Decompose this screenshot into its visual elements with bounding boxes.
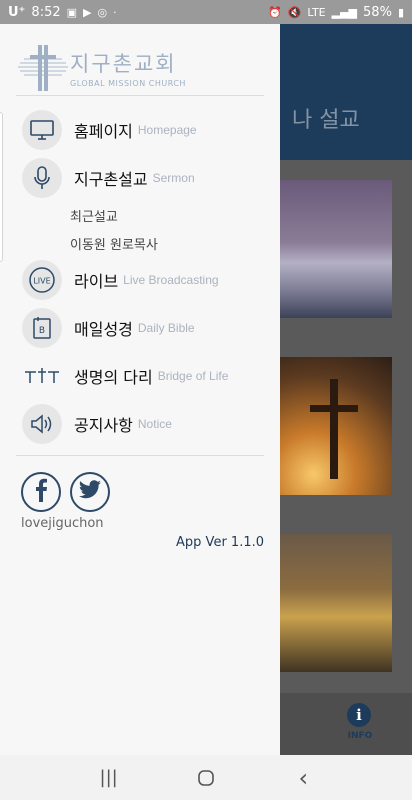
menu-label: 라이브 [74, 272, 119, 291]
divider [16, 95, 264, 96]
cross-shape [310, 405, 358, 412]
menu-item-notice[interactable]: 공지사항 Notice [22, 404, 262, 444]
home-button[interactable] [186, 763, 226, 793]
menu-item-homepage[interactable]: 홈페이지 Homepage [22, 110, 262, 150]
app-version: App Ver 1.1.0 [176, 535, 264, 550]
menu-label: 매일성경 [74, 320, 133, 339]
vibrate-icon: ◎ [97, 5, 108, 19]
navigation-drawer: 지구촌교회 GLOBAL MISSION CHURCH 홈페이지 Homepag… [0, 24, 280, 755]
sermon-card-image[interactable] [280, 534, 392, 672]
submenu-senior-pastor[interactable]: 이동원 원로목사 [70, 234, 158, 253]
submenu-recent-sermon[interactable]: 최근설교 [70, 206, 118, 225]
carrier-label: U⁺ [8, 4, 26, 20]
facebook-button[interactable] [21, 472, 61, 512]
bridge-icon [22, 356, 62, 396]
mute-icon: 🔇 [287, 5, 302, 19]
menu-item-daily-bible[interactable]: B 매일성경 Daily Bible [22, 308, 262, 348]
church-subtitle: GLOBAL MISSION CHURCH [70, 79, 186, 88]
edge-handle [0, 112, 3, 262]
back-button[interactable]: ‹ [283, 763, 323, 793]
home-icon [198, 769, 214, 786]
menu-sublabel: Sermon [152, 171, 195, 185]
menu-sublabel: Notice [137, 417, 172, 431]
info-icon[interactable]: i [347, 703, 371, 727]
menu-item-bridge-of-life[interactable]: 생명의 다리 Bridge of Life [22, 356, 262, 396]
svg-text:LIVE: LIVE [33, 277, 50, 286]
gallery-icon: ▣ [66, 5, 78, 19]
youtube-icon: ▶ [83, 5, 92, 19]
live-icon: LIVE [22, 260, 62, 300]
twitter-icon [78, 480, 102, 504]
microphone-icon [22, 158, 62, 198]
monitor-icon [22, 110, 62, 150]
svg-text:B: B [39, 326, 45, 336]
menu-label: 홈페이지 [74, 122, 133, 141]
twitter-button[interactable] [70, 472, 110, 512]
system-nav-bar: ||| ‹ [0, 755, 412, 800]
back-icon: ‹ [298, 763, 309, 792]
menu-label: 지구촌설교 [74, 170, 148, 189]
recent-apps-icon: ||| [99, 767, 118, 788]
menu-sublabel: Daily Bible [137, 321, 195, 335]
battery-percent: 58% [363, 4, 392, 20]
facebook-icon [33, 478, 49, 506]
church-name: 지구촌교회 [70, 52, 177, 76]
church-logo: 지구촌교회 GLOBAL MISSION CHURCH [16, 40, 266, 96]
menu-label: 공지사항 [74, 416, 133, 435]
menu-item-sermon[interactable]: 지구촌설교 Sermon [22, 158, 262, 198]
app-header-title: 나 설교 [292, 108, 360, 133]
battery-icon: ▮ [397, 5, 404, 19]
bible-icon: B [22, 308, 62, 348]
network-label: LTE [307, 5, 326, 19]
menu-sublabel: Bridge of Life [157, 369, 229, 383]
church-logo-icon [16, 41, 70, 95]
menu-sublabel: Live Broadcasting [123, 273, 219, 287]
cross-shape [330, 379, 338, 479]
status-time: 8:52 [31, 4, 61, 20]
social-handle: lovejiguchon [21, 516, 104, 531]
status-bar: U⁺ 8:52 ▣ ▶ ◎ · ⏰ 🔇 LTE ▂▄▆ 58% ▮ [0, 0, 412, 24]
sermon-card-image[interactable] [280, 180, 392, 318]
tab-info-label[interactable]: INFO [342, 731, 378, 741]
signal-icon: ▂▄▆ [331, 5, 358, 19]
divider [16, 455, 264, 456]
menu-sublabel: Homepage [137, 123, 197, 137]
sermon-card-image[interactable] [280, 357, 392, 495]
recent-apps-button[interactable]: ||| [89, 763, 129, 793]
church-logo-text: 지구촌교회 GLOBAL MISSION CHURCH [70, 48, 186, 88]
menu-item-live[interactable]: LIVE 라이브 Live Broadcasting [22, 260, 262, 300]
dot-icon: · [113, 5, 117, 19]
speaker-icon [22, 404, 62, 444]
alarm-icon: ⏰ [267, 5, 282, 19]
menu-label: 생명의 다리 [74, 368, 153, 387]
